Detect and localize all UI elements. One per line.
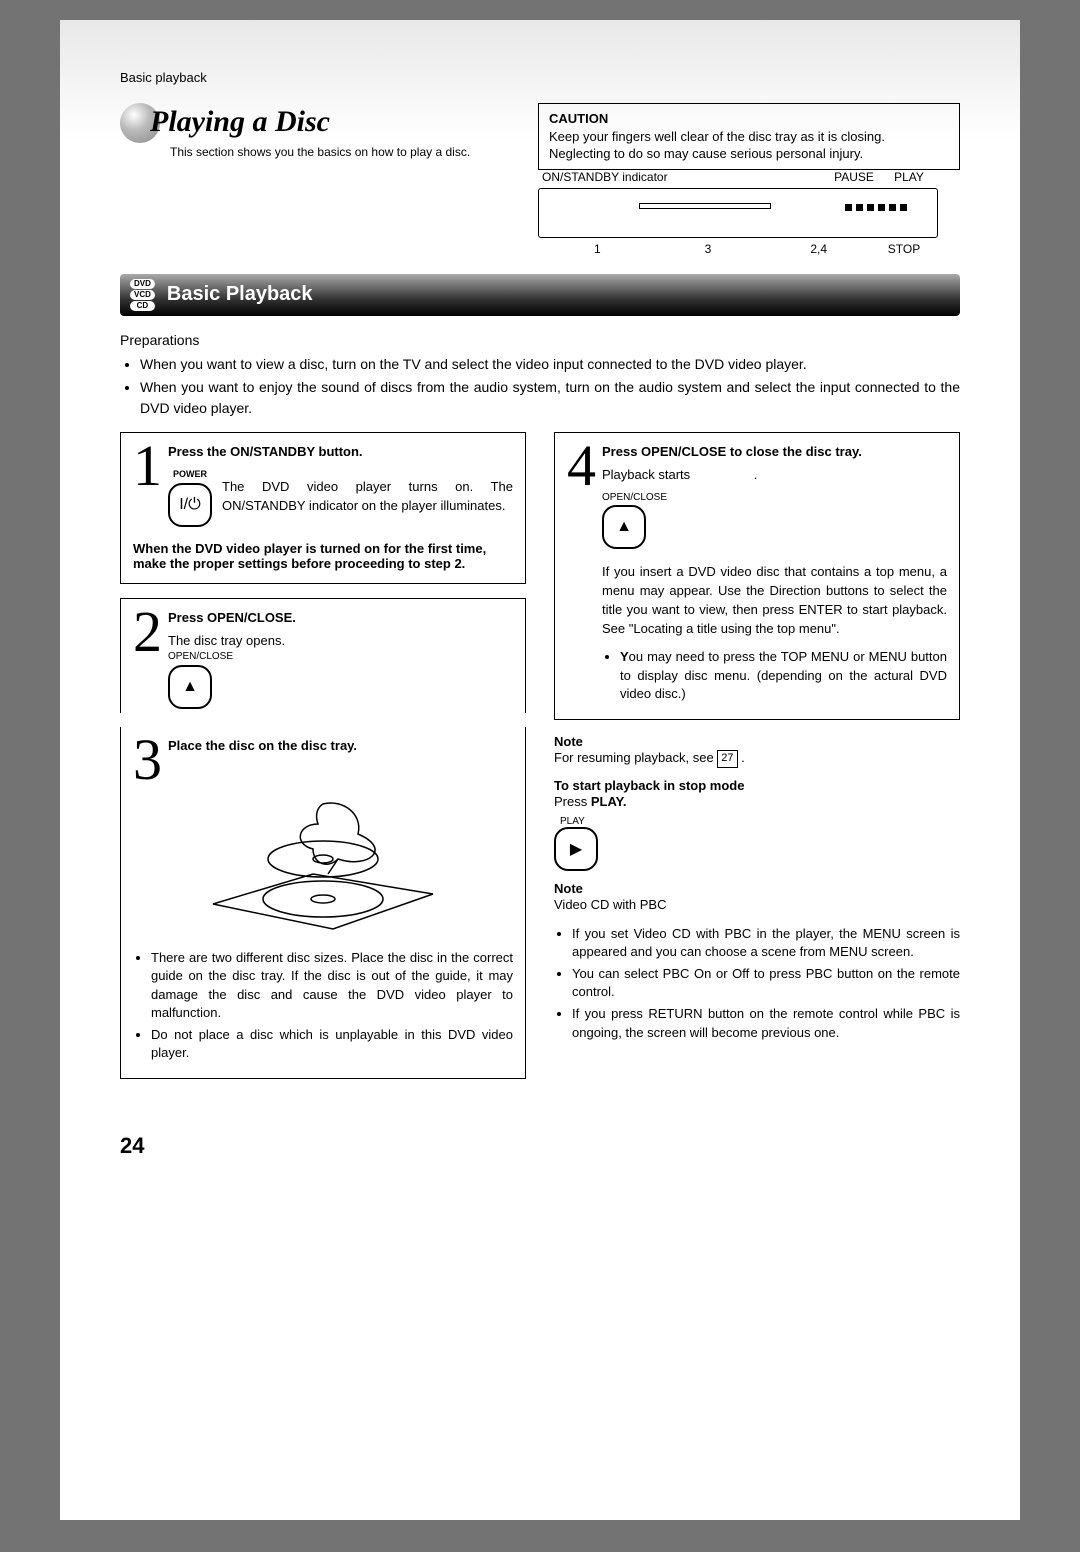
eject-icon: ▲ bbox=[602, 505, 646, 549]
page-subtitle: This section shows you the basics on how… bbox=[170, 145, 513, 159]
step-1-note: When the DVD video player is turned on f… bbox=[133, 541, 513, 571]
step-1-box: 1 Press the ON/STANDBY button. POWER I/⏻… bbox=[120, 432, 526, 584]
device-label-stop: STOP bbox=[874, 242, 934, 256]
pbc-bullet: If you press RETURN button on the remote… bbox=[572, 1005, 960, 1041]
power-icon: I/⏻ bbox=[168, 483, 212, 527]
step-2-heading: Press OPEN/CLOSE. bbox=[168, 609, 513, 628]
step-4-bullet-text: ou may need to press the TOP MENU or MEN… bbox=[620, 649, 947, 700]
device-ref-1: 1 bbox=[542, 242, 653, 256]
badge-vcd: VCD bbox=[130, 290, 155, 300]
step-2-box: 2 Press OPEN/CLOSE. The disc tray opens.… bbox=[120, 598, 526, 713]
power-label: POWER bbox=[173, 468, 207, 481]
pbc-bullet: If you set Video CD with PBC in the play… bbox=[572, 925, 960, 961]
device-ref-24: 2,4 bbox=[763, 242, 874, 256]
prep-item: When you want to enjoy the sound of disc… bbox=[140, 377, 960, 418]
step-4-box: 4 Press OPEN/CLOSE to close the disc tra… bbox=[554, 432, 960, 720]
section-title: Basic Playback bbox=[167, 283, 313, 306]
openclose-label: OPEN/CLOSE bbox=[602, 491, 947, 506]
header-section-label: Basic playback bbox=[120, 70, 960, 85]
step-4-heading: Press OPEN/CLOSE to close the disc tray. bbox=[602, 443, 947, 462]
device-label-indicator: ON/STANDBY indicator bbox=[542, 170, 824, 184]
step-4-body: If you insert a DVD video disc that cont… bbox=[602, 563, 947, 638]
step-4-bullet: You may need to press the TOP MENU or ME… bbox=[620, 648, 947, 703]
badge-cd: CD bbox=[130, 301, 155, 311]
device-outline bbox=[538, 188, 938, 238]
device-label-play: PLAY bbox=[884, 170, 934, 184]
step-3-bullet: Do not place a disc which is unplayable … bbox=[151, 1026, 513, 1062]
step-3-heading: Place the disc on the disc tray. bbox=[168, 737, 513, 756]
eject-icon: ▲ bbox=[168, 665, 212, 709]
step-number: 1 bbox=[133, 443, 162, 527]
section-bar: DVD VCD CD Basic Playback bbox=[120, 274, 960, 316]
step-number: 4 bbox=[567, 443, 596, 707]
page-title: Playing a Disc bbox=[150, 105, 330, 139]
step-3-bullet: There are two different disc sizes. Plac… bbox=[151, 949, 513, 1022]
tray-svg-icon bbox=[193, 794, 453, 934]
preparations-label: Preparations bbox=[120, 332, 199, 348]
stop-mode-sub: Press PLAY. bbox=[554, 793, 960, 812]
prep-item: When you want to view a disc, turn on th… bbox=[140, 354, 960, 374]
caution-box: CAUTION Keep your fingers well clear of … bbox=[538, 103, 960, 170]
step-1-heading: Press the ON/STANDBY button. bbox=[168, 443, 513, 462]
stop-mode-prefix: Press bbox=[554, 794, 591, 809]
page-ref-box: 27 bbox=[717, 750, 737, 768]
play-icon: ▶ bbox=[554, 827, 598, 871]
play-label: PLAY bbox=[560, 816, 960, 827]
note-resume-prefix: For resuming playback, see bbox=[554, 750, 717, 765]
caution-text: Keep your fingers well clear of the disc… bbox=[549, 129, 885, 162]
page-number: 24 bbox=[120, 1133, 960, 1159]
openclose-label: OPEN/CLOSE bbox=[168, 650, 513, 665]
step-4-after: . bbox=[754, 467, 758, 482]
device-diagram: ON/STANDBY indicator PAUSE PLAY 1 3 2,4 … bbox=[538, 170, 938, 256]
title-and-caution-row: Playing a Disc This section shows you th… bbox=[120, 103, 960, 256]
step-4-desc: Playback starts bbox=[602, 467, 690, 482]
stop-mode-heading: To start playback in stop mode bbox=[554, 778, 960, 793]
pbc-heading: Video CD with PBC bbox=[554, 896, 960, 915]
step-number: 2 bbox=[133, 609, 162, 709]
note-label: Note bbox=[554, 881, 960, 896]
badge-dvd: DVD bbox=[130, 279, 155, 289]
device-label-pause: PAUSE bbox=[824, 170, 884, 184]
preparations-block: Preparations When you want to view a dis… bbox=[120, 330, 960, 418]
note-label: Note bbox=[554, 734, 960, 749]
manual-page: Basic playback Playing a Disc This secti… bbox=[60, 20, 1020, 1520]
step-3-box: 3 Place the disc on the disc tray. bbox=[120, 727, 526, 1080]
pbc-bullet: You can select PBC On or Off to press PB… bbox=[572, 965, 960, 1001]
step-1-desc: The DVD video player turns on. The ON/ST… bbox=[222, 478, 513, 516]
caution-label: CAUTION bbox=[549, 111, 608, 126]
step-number: 3 bbox=[133, 737, 162, 783]
note-resume-text: For resuming playback, see 27 . bbox=[554, 749, 960, 768]
device-ref-3: 3 bbox=[653, 242, 764, 256]
steps-columns: 1 Press the ON/STANDBY button. POWER I/⏻… bbox=[120, 432, 960, 1094]
stop-mode-play: PLAY. bbox=[591, 794, 627, 809]
disc-tray-illustration bbox=[133, 789, 513, 939]
disc-type-badges: DVD VCD CD bbox=[130, 279, 155, 311]
step-2-desc: The disc tray opens. bbox=[168, 632, 513, 651]
